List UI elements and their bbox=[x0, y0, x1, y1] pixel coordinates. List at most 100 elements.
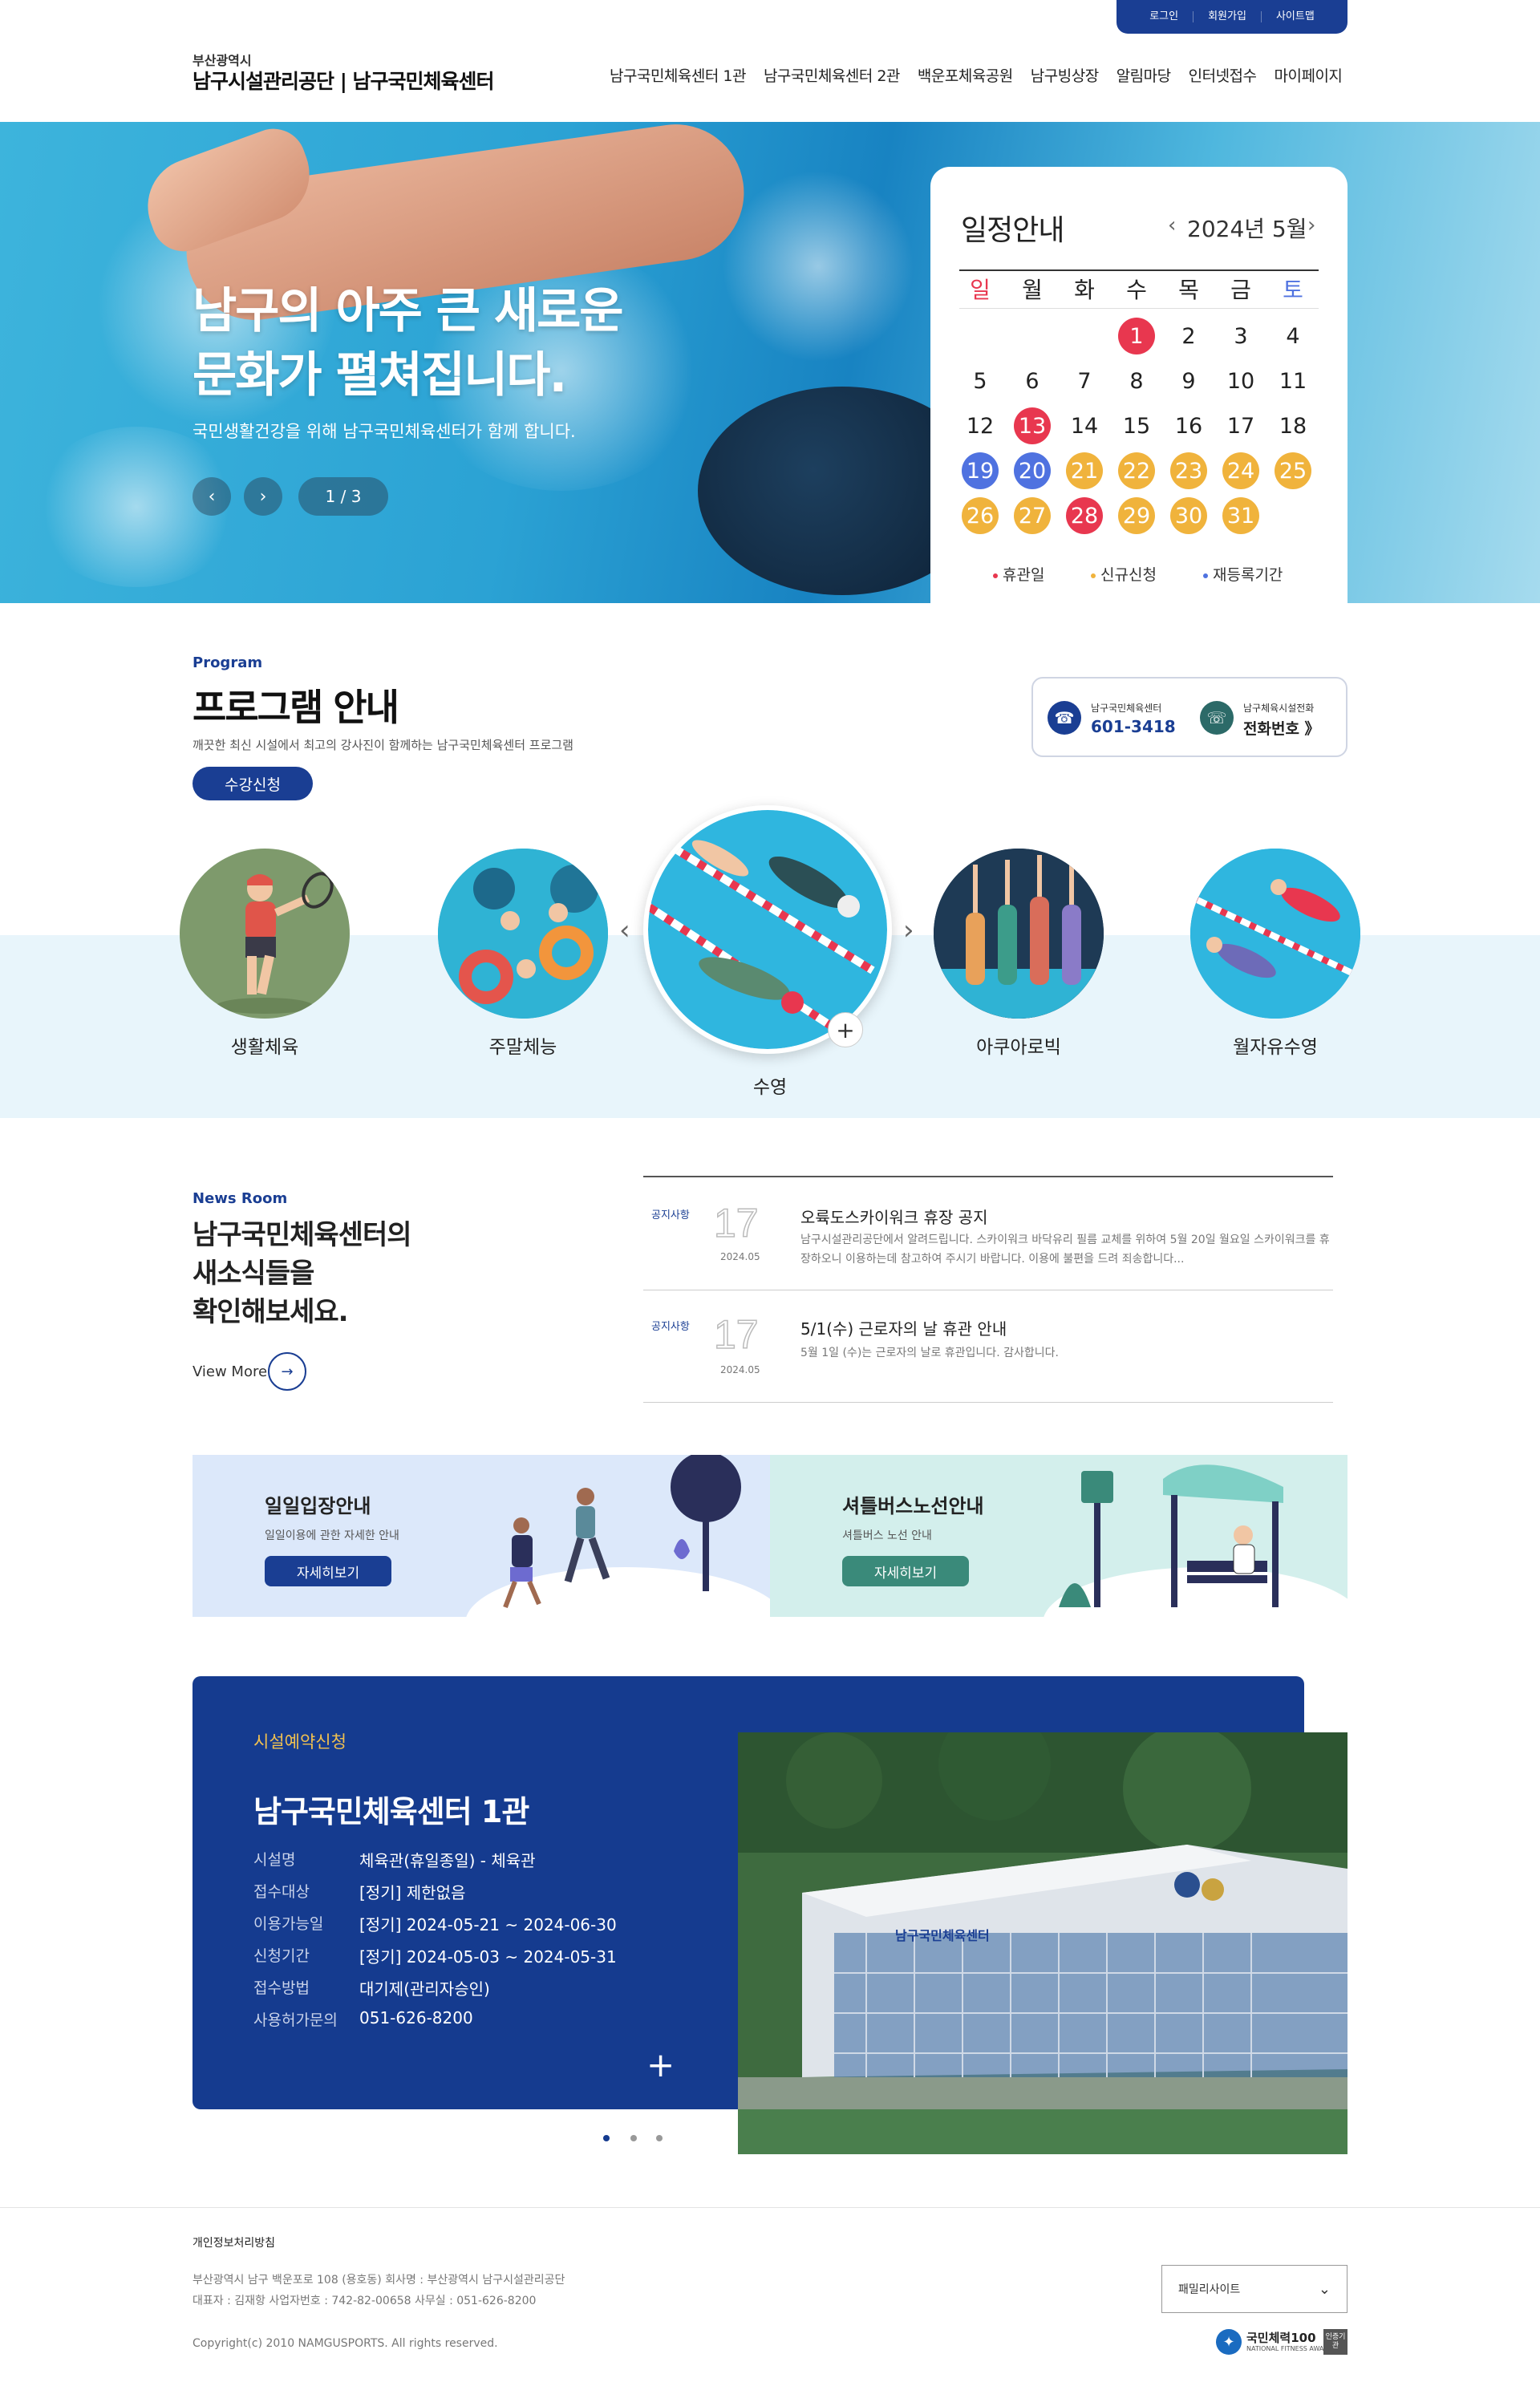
building-sign: 남구국민체육센터 bbox=[895, 1928, 990, 1943]
program-label-leisure[interactable]: 생활체육 bbox=[160, 1031, 369, 1059]
program-label-weekend[interactable]: 주말체능 bbox=[419, 1031, 627, 1059]
logo[interactable]: 남구시설관리공단 | 남구국민체육센터 bbox=[192, 66, 495, 95]
program-image-weekend[interactable] bbox=[438, 849, 608, 1019]
calendar-day[interactable]: 15 bbox=[1118, 407, 1155, 444]
calendar-day[interactable]: 2 bbox=[1170, 318, 1207, 354]
calendar-day[interactable]: 21 bbox=[1066, 452, 1103, 489]
hero-prev-button[interactable]: ‹ bbox=[192, 477, 231, 516]
program-label-aquarobics[interactable]: 아쿠아로빅 bbox=[914, 1031, 1123, 1059]
legend-new: 신규신청 bbox=[1091, 563, 1157, 585]
view-more-link[interactable]: View More bbox=[192, 1363, 267, 1380]
program-label-swimming[interactable]: 수영 bbox=[666, 1071, 874, 1099]
row-label-method: 접수방법 bbox=[253, 1979, 310, 1997]
news-item[interactable]: 공지사항 17 2024.05 5/1(수) 근로자의 날 휴관 안내 5월 1… bbox=[643, 1290, 1333, 1402]
reservation-title: 남구국민체육센터 1관 bbox=[253, 1794, 529, 1829]
weekday-2: 화 bbox=[1074, 277, 1095, 303]
calendar-day[interactable]: 5 bbox=[962, 363, 999, 399]
daily-entry-banner[interactable]: 일일입장안내 일일이용에 관한 자세한 안내 자세히보기 bbox=[192, 1455, 770, 1617]
chevron-right-icon[interactable]: › bbox=[1307, 213, 1315, 237]
slide-dot-active[interactable] bbox=[603, 2135, 610, 2141]
calendar-day[interactable]: 6 bbox=[1014, 363, 1051, 399]
calendar-day[interactable]: 23 bbox=[1170, 452, 1207, 489]
program-image-leisure[interactable] bbox=[180, 849, 350, 1019]
footer-divider bbox=[0, 2207, 1540, 2208]
privacy-link[interactable]: 개인정보처리방침 bbox=[192, 2234, 275, 2250]
row-value-apply-period: [정기] 2024-05-03 ~ 2024-05-31 bbox=[359, 1947, 617, 1967]
apply-button[interactable]: 수강신청 bbox=[192, 767, 313, 800]
program-image-free-swim[interactable] bbox=[1190, 849, 1360, 1019]
news-title[interactable]: 오륙도스카이워크 휴장 공지 bbox=[800, 1205, 988, 1228]
program-image-aquarobics[interactable] bbox=[934, 849, 1104, 1019]
shuttle-button[interactable]: 자세히보기 bbox=[842, 1556, 969, 1586]
arrow-right-icon[interactable]: → bbox=[268, 1352, 306, 1391]
calendar-day[interactable]: 18 bbox=[1275, 407, 1311, 444]
shuttle-bus-banner[interactable]: 셔틀버스노선안내 셔틀버스 노선 안내 자세히보기 bbox=[770, 1455, 1348, 1617]
calendar-day[interactable]: 27 bbox=[1014, 497, 1051, 534]
nav-item-center1[interactable]: 남구국민체육센터 1관 bbox=[610, 64, 746, 86]
calendar-day[interactable]: 4 bbox=[1275, 318, 1311, 354]
sitemap-link[interactable]: 사이트맵 bbox=[1260, 11, 1329, 22]
calendar-day[interactable]: 10 bbox=[1222, 363, 1259, 399]
program-plus-button[interactable]: + bbox=[828, 1012, 863, 1047]
nav-item-baekunpo[interactable]: 백운포체육공원 bbox=[918, 64, 1013, 86]
calendar-day[interactable]: 8 bbox=[1118, 363, 1155, 399]
nav-item-online-apply[interactable]: 인터넷접수 bbox=[1189, 64, 1257, 86]
chevron-right-icon: › bbox=[259, 486, 267, 507]
calendar-day[interactable]: 22 bbox=[1118, 452, 1155, 489]
nav-item-notice[interactable]: 알림마당 bbox=[1116, 64, 1171, 86]
chevron-left-icon[interactable]: ‹ bbox=[1168, 213, 1176, 237]
calendar-day[interactable]: 14 bbox=[1066, 407, 1103, 444]
calendar-day[interactable]: 20 bbox=[1014, 452, 1051, 489]
calendar-day[interactable]: 1 bbox=[1118, 318, 1155, 354]
calendar-day[interactable]: 26 bbox=[962, 497, 999, 534]
legend-reregister: 재등록기간 bbox=[1203, 563, 1283, 585]
calendar-day[interactable]: 17 bbox=[1222, 407, 1259, 444]
sports-center-building-image bbox=[738, 1732, 1348, 2154]
bus-stop-illustration bbox=[1044, 1464, 1348, 1617]
calendar-day[interactable]: 29 bbox=[1118, 497, 1155, 534]
family-site-select[interactable]: 패밀리사이트 ⌄ bbox=[1161, 2265, 1348, 2313]
news-title[interactable]: 5/1(수) 근로자의 날 휴관 안내 bbox=[800, 1316, 1007, 1339]
row-value-target: [정기] 제한없음 bbox=[359, 1883, 466, 1902]
join-link[interactable]: 회원가입 bbox=[1193, 11, 1261, 22]
phone1-number[interactable]: 601-3418 bbox=[1091, 717, 1176, 736]
calendar-day[interactable]: 13 bbox=[1014, 407, 1051, 444]
program-prev-icon[interactable]: ‹ bbox=[619, 914, 630, 946]
calendar-day[interactable]: 31 bbox=[1222, 497, 1259, 534]
weekday-0: 일 bbox=[970, 277, 991, 303]
slide-dot[interactable] bbox=[630, 2135, 637, 2141]
nav-item-mypage[interactable]: 마이페이지 bbox=[1275, 64, 1343, 86]
row-label-use-date: 이용가능일 bbox=[253, 1915, 324, 1933]
shuttle-title: 셔틀버스노선안내 bbox=[842, 1495, 984, 1517]
calendar-day[interactable]: 9 bbox=[1170, 363, 1207, 399]
slide-dot[interactable] bbox=[656, 2135, 663, 2141]
program-next-icon[interactable]: › bbox=[903, 914, 914, 946]
weekday-4: 목 bbox=[1178, 277, 1199, 303]
news-date: 2024.05 bbox=[720, 1251, 760, 1262]
login-link[interactable]: 로그인 bbox=[1135, 11, 1193, 22]
phone-icon: ☎ bbox=[1048, 701, 1081, 735]
row-label-facility: 시설명 bbox=[253, 1851, 296, 1869]
calendar-day[interactable]: 12 bbox=[962, 407, 999, 444]
daily-entry-button[interactable]: 자세히보기 bbox=[265, 1556, 391, 1586]
calendar-day[interactable]: 25 bbox=[1275, 452, 1311, 489]
footer-business-info: 대표자 : 김재항 사업자번호 : 742-82-00658 사무실 : 051… bbox=[192, 2295, 537, 2307]
calendar-day[interactable]: 3 bbox=[1222, 318, 1259, 354]
phone2-link[interactable]: 전화번호 》 bbox=[1243, 717, 1320, 739]
calendar-day[interactable]: 30 bbox=[1170, 497, 1207, 534]
reservation-plus-button[interactable]: + bbox=[646, 2045, 675, 2084]
family-site-label: 패밀리사이트 bbox=[1178, 2283, 1241, 2296]
calendar-day[interactable]: 19 bbox=[962, 452, 999, 489]
program-description: 깨끗한 최신 시설에서 최고의 강사진이 함께하는 남구국민체육센터 프로그램 bbox=[192, 738, 573, 752]
nav-item-center2[interactable]: 남구국민체육센터 2관 bbox=[764, 64, 900, 86]
calendar-day[interactable]: 16 bbox=[1170, 407, 1207, 444]
weekday-1: 월 bbox=[1022, 277, 1043, 303]
news-item[interactable]: 공지사항 17 2024.05 오륙도스카이워크 휴장 공지 남구시설관리공단에… bbox=[643, 1177, 1333, 1290]
calendar-day[interactable]: 7 bbox=[1066, 363, 1103, 399]
calendar-day[interactable]: 24 bbox=[1222, 452, 1259, 489]
calendar-day[interactable]: 11 bbox=[1275, 363, 1311, 399]
hero-next-button[interactable]: › bbox=[244, 477, 282, 516]
program-label-free-swim[interactable]: 월자유수영 bbox=[1171, 1031, 1380, 1059]
calendar-day[interactable]: 28 bbox=[1066, 497, 1103, 534]
nav-item-ice-rink[interactable]: 남구빙상장 bbox=[1031, 64, 1099, 86]
